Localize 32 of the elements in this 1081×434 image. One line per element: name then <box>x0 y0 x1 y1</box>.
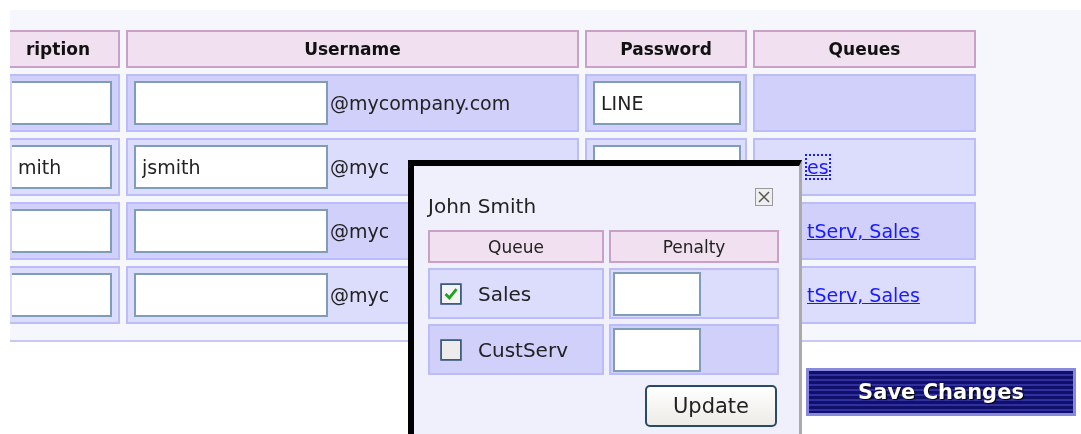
description-field[interactable] <box>12 81 112 125</box>
checked-checkbox[interactable] <box>440 282 462 305</box>
domain-text: @myc <box>330 284 390 306</box>
description-field[interactable]: mith <box>12 145 112 189</box>
save-changes-button[interactable]: Save Changes <box>806 368 1076 416</box>
update-button[interactable]: Update <box>645 385 777 427</box>
close-icon[interactable] <box>755 188 773 206</box>
column-header: Queues <box>753 30 976 68</box>
description-field[interactable] <box>12 209 112 253</box>
username-field[interactable] <box>134 273 328 317</box>
column-header: Penalty <box>609 230 779 263</box>
domain-text: @mycompany.com <box>330 92 511 114</box>
popup-title: John Smith <box>428 194 537 218</box>
queues-link[interactable]: es <box>807 156 829 178</box>
queue-name: CustServ <box>478 337 568 362</box>
penalty-field[interactable] <box>613 327 701 372</box>
username-field[interactable]: jsmith <box>134 145 328 189</box>
column-header: Password <box>585 30 747 68</box>
queues-link[interactable]: tServ, Sales <box>807 220 920 242</box>
username-field[interactable] <box>134 209 328 253</box>
queues-link[interactable]: tServ, Sales <box>807 284 920 306</box>
queue-name: Sales <box>478 281 532 306</box>
column-header: Queue <box>428 230 604 263</box>
penalty-field[interactable] <box>613 271 701 316</box>
checkbox[interactable] <box>440 338 462 361</box>
username-field[interactable] <box>134 81 328 125</box>
description-field[interactable] <box>12 273 112 317</box>
domain-text: @myc <box>330 156 390 178</box>
domain-text: @myc <box>330 220 390 242</box>
column-header: Username <box>126 30 579 68</box>
column-header: ription <box>10 30 120 68</box>
password-field[interactable]: LINE <box>593 81 741 125</box>
